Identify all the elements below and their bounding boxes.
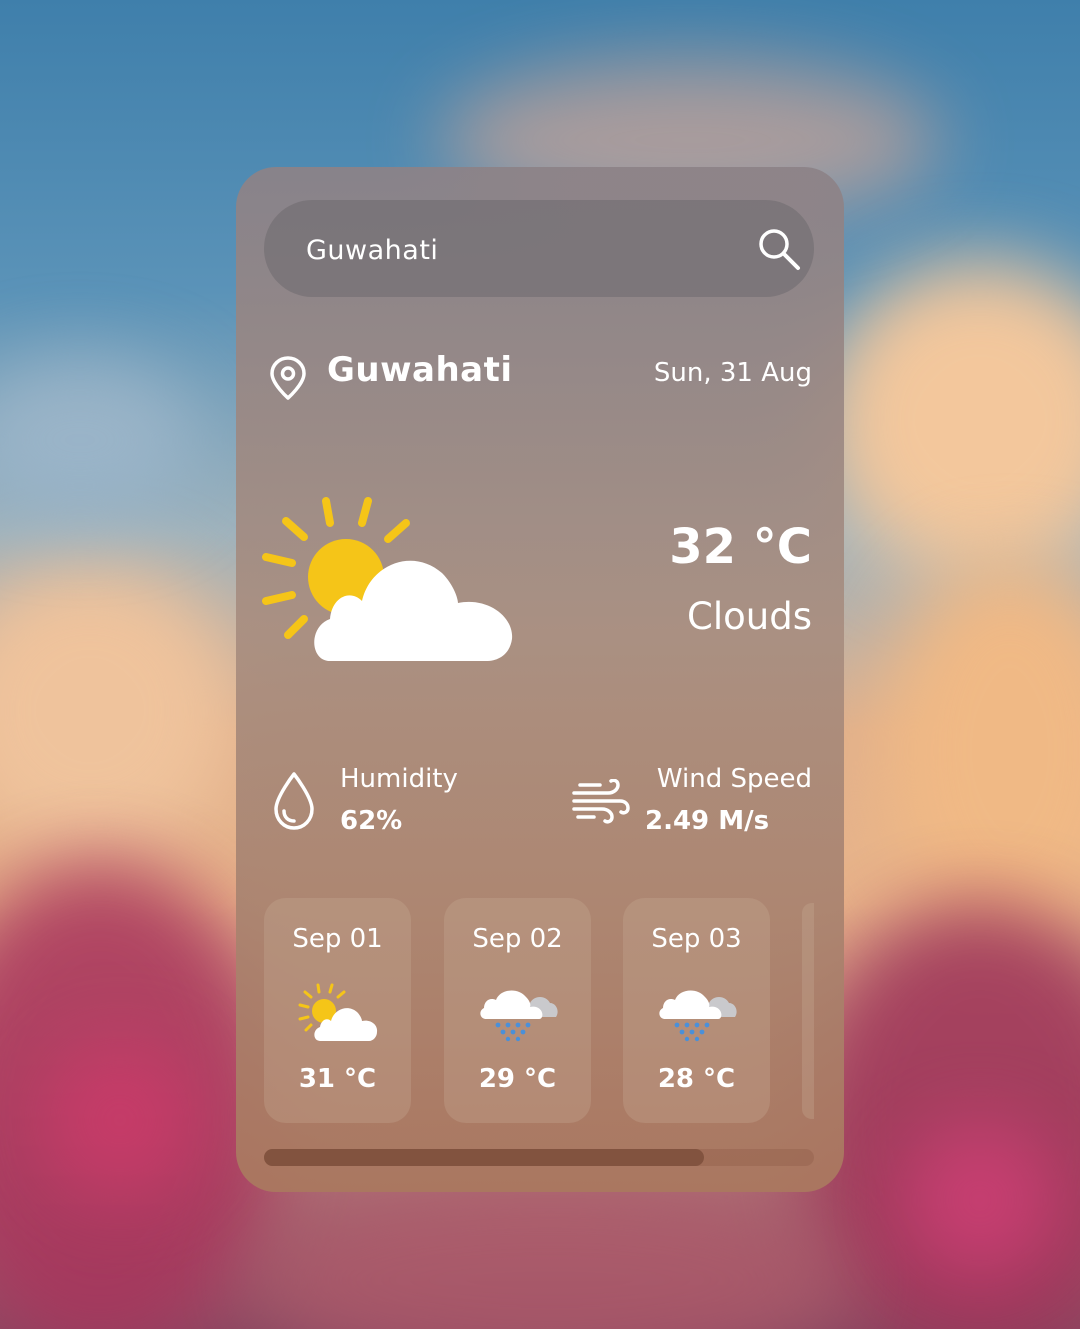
forecast-temperature: 29 °C — [478, 1064, 557, 1094]
forecast-card[interactable]: Sep 01 31 °C — [264, 898, 411, 1123]
humidity-value: 62% — [340, 806, 403, 836]
rain-cloud-icon — [659, 990, 737, 1042]
forecast-scrollbar[interactable] — [264, 1149, 814, 1166]
location-pin-icon — [270, 356, 306, 400]
forecast-card[interactable]: Sep 02 29 °C — [444, 898, 591, 1123]
current-condition: Clouds — [687, 595, 812, 638]
weather-card: Guwahati Sun, 31 Aug 32 °C Clouds Humidi… — [236, 167, 844, 1192]
forecast-date: Sep 03 — [651, 924, 742, 954]
sun-cloud-icon — [262, 497, 513, 661]
forecast-card[interactable]: Sep 03 28 °C — [623, 898, 770, 1123]
search-bar — [264, 200, 814, 297]
forecast-date: Sep 01 — [292, 924, 383, 954]
forecast-date: Sep 02 — [472, 924, 563, 954]
city-name: Guwahati — [327, 350, 513, 390]
forecast-temperature: 31 °C — [298, 1064, 377, 1094]
wind-speed-label: Wind Speed — [656, 764, 812, 794]
droplet-icon — [274, 772, 314, 830]
scrollbar-thumb[interactable] — [264, 1149, 704, 1166]
wind-icon — [572, 779, 630, 824]
search-button[interactable] — [756, 226, 802, 272]
forecast-card-partial[interactable] — [802, 903, 814, 1119]
search-icon — [759, 229, 800, 270]
current-temperature: 32 °C — [669, 519, 812, 575]
forecast-temperature: 28 °C — [657, 1064, 736, 1094]
forecast-list[interactable]: Sep 01 31 °C Sep 02 29 °C Sep 03 28 °C — [264, 898, 814, 1124]
wind-speed-value: 2.49 M/s — [645, 806, 770, 836]
rain-cloud-icon — [480, 990, 558, 1042]
humidity-label: Humidity — [340, 764, 458, 794]
sun-cloud-icon — [298, 983, 378, 1041]
current-date: Sun, 31 Aug — [653, 358, 812, 388]
search-input[interactable] — [304, 222, 728, 278]
